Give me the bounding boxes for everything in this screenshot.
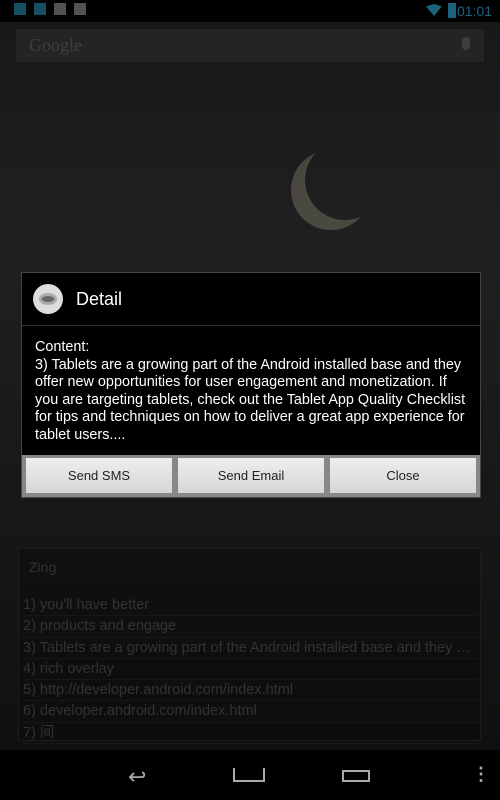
navigation-bar: ↩ ⋮ — [0, 750, 500, 800]
home-icon[interactable] — [233, 768, 265, 782]
back-icon[interactable]: ↩ — [128, 764, 146, 790]
content-label: Content: — [35, 339, 90, 355]
dialog-title: Detail — [76, 288, 123, 309]
close-button[interactable]: Close — [330, 458, 476, 493]
detail-dialog: Detail Content: 3) Tablets are a growing… — [21, 272, 481, 498]
send-email-button[interactable]: Send Email — [178, 458, 324, 493]
content-text: 3) Tablets are a growing part of the And… — [35, 356, 466, 443]
overflow-menu-icon[interactable]: ⋮ — [472, 764, 490, 785]
eye-icon — [33, 284, 63, 314]
send-sms-button[interactable]: Send SMS — [26, 458, 172, 493]
recents-icon[interactable] — [342, 770, 370, 782]
